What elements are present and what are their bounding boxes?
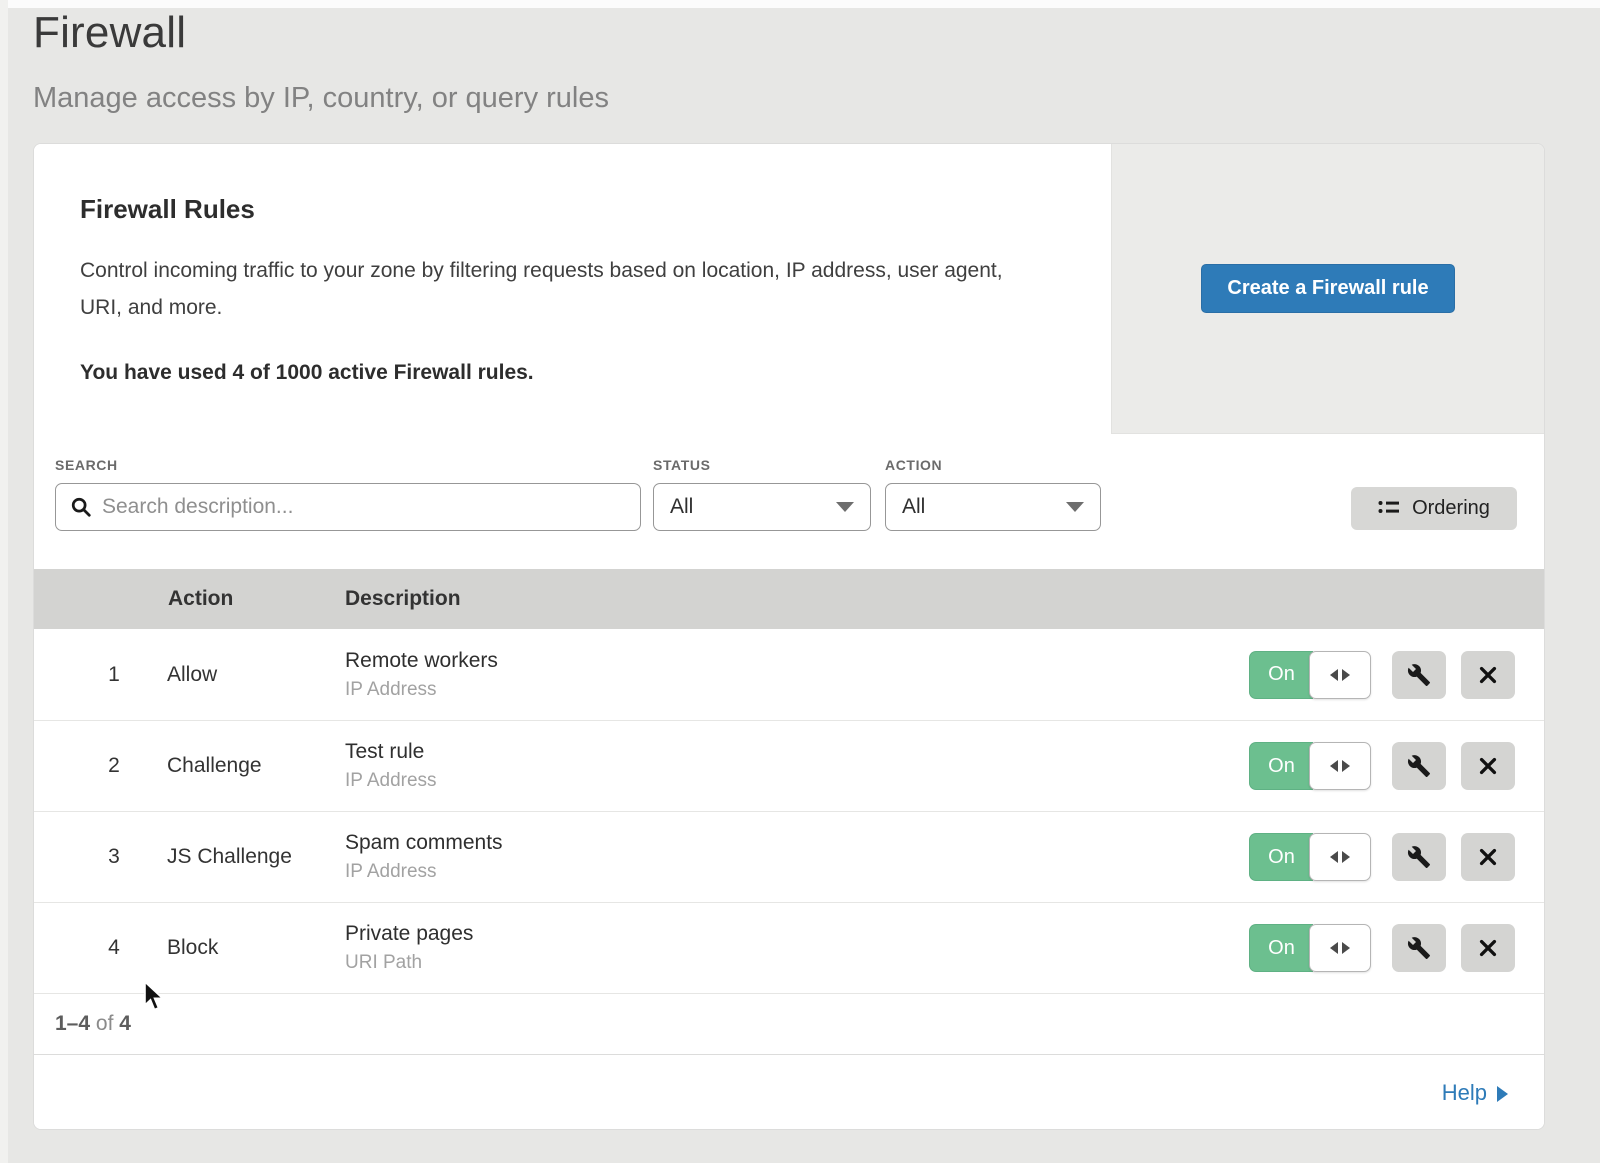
card-footer: Help [34,1054,1544,1130]
close-icon [1477,846,1499,868]
firewall-page: Firewall Manage access by IP, country, o… [0,0,1600,1163]
search-icon [70,496,92,518]
toggle-knob[interactable] [1309,833,1371,881]
toggle-on-label: On [1249,833,1313,881]
rule-priority: 4 [94,936,134,960]
filters-bar: SEARCH STATUS All ACTIO [34,434,1544,569]
delete-rule-button[interactable] [1461,742,1515,790]
search-filter-group: SEARCH [55,457,641,531]
wrench-icon [1407,754,1431,778]
column-header-description: Description [345,587,461,611]
rule-priority: 1 [94,663,134,687]
rule-priority: 2 [94,754,134,778]
rule-enabled-toggle[interactable]: On [1249,924,1375,972]
window-top-strip [0,0,1600,8]
window-left-strip [0,0,8,1163]
table-row: 1 Allow Remote workers IP Address On [34,629,1544,720]
arrow-left-icon [1330,851,1338,863]
rules-usage-count: You have used 4 of 1000 active Firewall … [80,361,1067,385]
wrench-icon [1407,663,1431,687]
pagination-bar: 1–4 of 4 [34,993,1544,1054]
action-selected-value: All [902,495,925,519]
arrow-left-icon [1330,760,1338,772]
rule-action: JS Challenge [167,845,345,869]
arrow-left-icon [1330,669,1338,681]
ordered-list-icon [1378,499,1400,519]
action-label: ACTION [885,457,1101,473]
chevron-down-icon [1066,502,1084,512]
rule-action: Block [167,936,345,960]
action-select[interactable]: All [885,483,1101,531]
edit-rule-button[interactable] [1392,651,1446,699]
table-row: 2 Challenge Test rule IP Address On [34,720,1544,811]
rules-summary: Firewall Rules Control incoming traffic … [34,144,1113,434]
rule-enabled-toggle[interactable]: On [1249,651,1375,699]
help-link-label: Help [1442,1080,1487,1106]
firewall-rules-card: Firewall Rules Control incoming traffic … [33,143,1545,1130]
rule-action: Challenge [167,754,345,778]
close-icon [1477,937,1499,959]
arrow-right-icon [1342,669,1350,681]
close-icon [1477,664,1499,686]
arrow-left-icon [1330,942,1338,954]
help-link[interactable]: Help [1442,1080,1508,1106]
pagination-text: 1–4 of 4 [55,1012,131,1036]
search-input[interactable] [102,495,626,519]
rules-table-body: 1 Allow Remote workers IP Address On [34,629,1544,993]
toggle-knob[interactable] [1309,742,1371,790]
table-row: 4 Block Private pages URI Path On [34,902,1544,993]
toggle-on-label: On [1249,742,1313,790]
rules-heading: Firewall Rules [80,194,1067,225]
rule-enabled-toggle[interactable]: On [1249,833,1375,881]
close-icon [1477,755,1499,777]
rule-controls: On [1249,629,1515,720]
rules-description: Control incoming traffic to your zone by… [80,253,1030,327]
rule-controls: On [1249,903,1515,993]
status-label: STATUS [653,457,871,473]
page-header: Firewall Manage access by IP, country, o… [33,8,609,115]
rule-controls: On [1249,812,1515,902]
edit-rule-button[interactable] [1392,742,1446,790]
pagination-range: 1–4 [55,1012,90,1035]
ordering-button-label: Ordering [1412,497,1490,520]
card-top-section: Firewall Rules Control incoming traffic … [34,144,1544,434]
search-label: SEARCH [55,457,641,473]
arrow-right-icon [1342,942,1350,954]
table-header: Action Description [34,569,1544,629]
rule-priority: 3 [94,845,134,869]
create-rule-panel: Create a Firewall rule [1111,144,1544,434]
chevron-down-icon [836,502,854,512]
pagination-total: 4 [119,1012,131,1035]
table-row: 3 JS Challenge Spam comments IP Address … [34,811,1544,902]
wrench-icon [1407,845,1431,869]
status-select[interactable]: All [653,483,871,531]
toggle-on-label: On [1249,651,1313,699]
column-header-action: Action [168,587,345,611]
create-firewall-rule-button[interactable]: Create a Firewall rule [1201,264,1454,313]
delete-rule-button[interactable] [1461,924,1515,972]
rule-controls: On [1249,721,1515,811]
rule-enabled-toggle[interactable]: On [1249,742,1375,790]
toggle-knob[interactable] [1309,924,1371,972]
status-filter-group: STATUS All [653,457,871,531]
arrow-right-icon [1497,1086,1508,1102]
rule-action: Allow [167,663,345,687]
page-title: Firewall [33,8,609,58]
delete-rule-button[interactable] [1461,651,1515,699]
delete-rule-button[interactable] [1461,833,1515,881]
toggle-on-label: On [1249,924,1313,972]
edit-rule-button[interactable] [1392,833,1446,881]
action-filter-group: ACTION All [885,457,1101,531]
ordering-button[interactable]: Ordering [1351,487,1517,530]
status-selected-value: All [670,495,693,519]
arrow-right-icon [1342,760,1350,772]
toggle-knob[interactable] [1309,651,1371,699]
search-box[interactable] [55,483,641,531]
arrow-right-icon [1342,851,1350,863]
edit-rule-button[interactable] [1392,924,1446,972]
page-subtitle: Manage access by IP, country, or query r… [33,82,609,115]
wrench-icon [1407,936,1431,960]
